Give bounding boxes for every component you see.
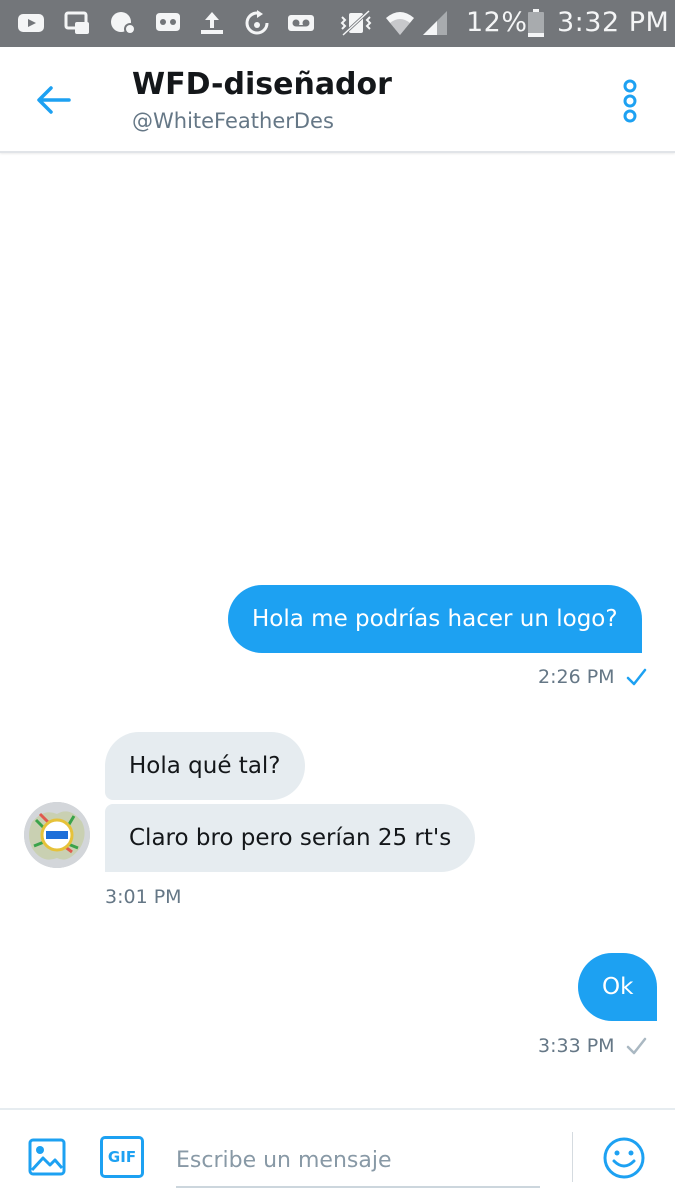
message-time: 3:33 PM [538, 1035, 615, 1057]
gif-button[interactable]: GIF [100, 1136, 144, 1178]
message-time: 3:01 PM [105, 886, 182, 908]
message-input[interactable] [176, 1134, 540, 1188]
composer-divider [572, 1132, 573, 1182]
message-time: 2:26 PM [538, 666, 615, 688]
image-icon [28, 1138, 66, 1176]
message-bubble-sent[interactable]: Ok [578, 953, 658, 1021]
battery-percent: 12% [466, 7, 528, 38]
sent-check-icon [626, 1037, 646, 1055]
cast-icon [62, 8, 92, 38]
more-options-button[interactable] [612, 77, 648, 125]
message-bubble-received[interactable]: Hola qué tal? [105, 732, 305, 800]
avatar-logo-icon [24, 802, 90, 868]
more-vertical-icon [623, 79, 637, 123]
signal-icon [420, 8, 450, 38]
conversation-handle: @WhiteFeatherDes [132, 109, 334, 133]
status-time: 3:32 PM [557, 7, 670, 38]
message-bubble-received[interactable]: Claro bro pero serían 25 rt's [105, 804, 476, 872]
back-button[interactable] [30, 77, 76, 123]
sync-icon [242, 8, 272, 38]
game-icon [108, 8, 138, 38]
message-bubble-sent[interactable]: Hola me podrías hacer un logo? [228, 585, 642, 653]
message-meta: 3:33 PM [538, 1035, 647, 1057]
status-bar: 12% 3:32 PM [0, 0, 675, 47]
conversation-header: WFD-diseñador @WhiteFeatherDes [0, 47, 675, 153]
youtube-icon [16, 8, 46, 38]
avatar[interactable] [24, 802, 90, 868]
wifi-icon [384, 8, 416, 38]
delivered-check-icon [626, 668, 646, 686]
conversation-name: WFD-diseñador [132, 67, 392, 102]
voicemail-icon [286, 8, 316, 38]
back-arrow-icon [37, 86, 71, 114]
message-meta: 2:26 PM [538, 666, 647, 688]
media-icon [152, 8, 184, 38]
vibrate-icon [336, 8, 376, 38]
upload-icon [196, 8, 228, 38]
message-meta: 3:01 PM [105, 886, 182, 908]
gif-label: GIF [107, 1148, 137, 1166]
emoji-button[interactable] [602, 1136, 646, 1180]
message-composer: GIF [0, 1108, 675, 1200]
battery-icon [526, 8, 546, 38]
smiley-icon [603, 1137, 645, 1179]
add-photo-button[interactable] [26, 1136, 68, 1178]
